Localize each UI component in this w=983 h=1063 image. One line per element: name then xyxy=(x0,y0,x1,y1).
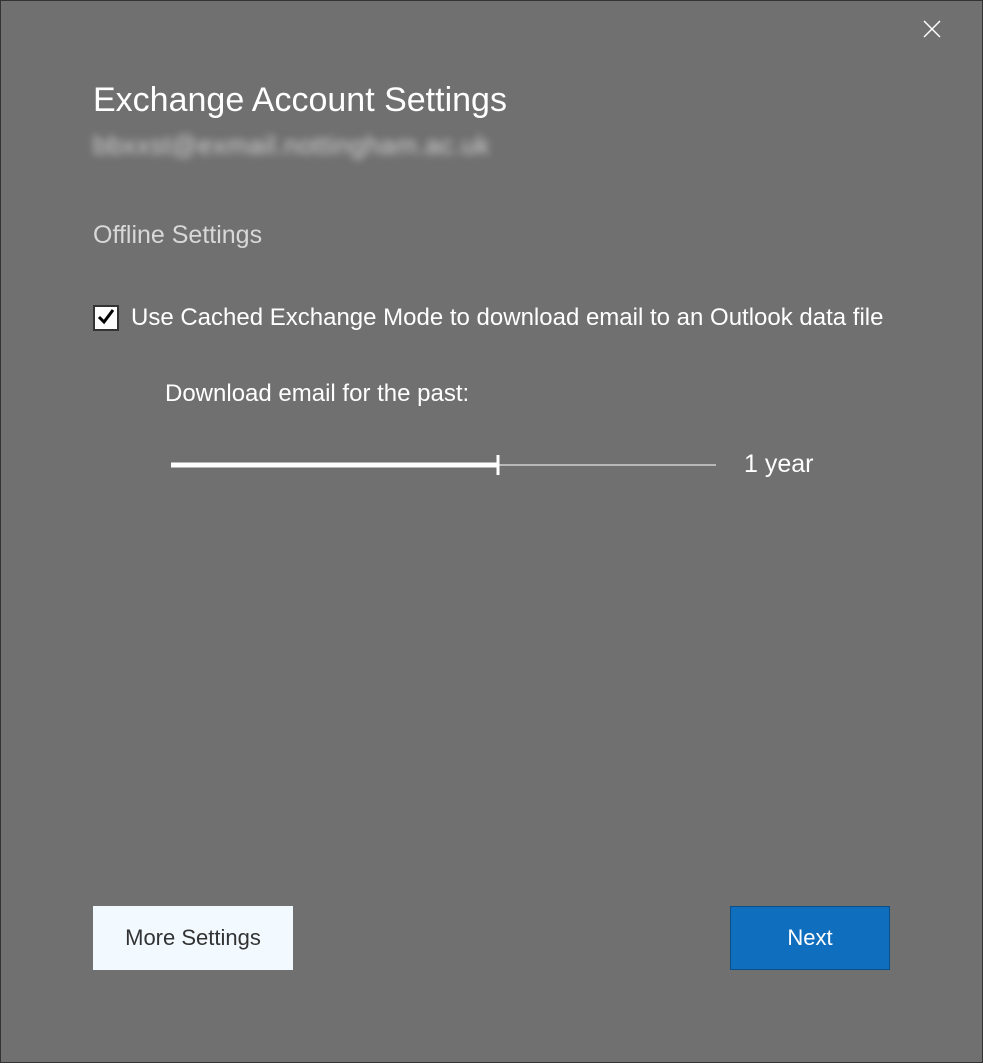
close-icon xyxy=(922,19,942,44)
more-settings-button[interactable]: More Settings xyxy=(93,906,293,970)
slider-thumb xyxy=(497,455,500,475)
next-button[interactable]: Next xyxy=(730,906,890,970)
cached-mode-row: Use Cached Exchange Mode to download ema… xyxy=(93,304,890,332)
cached-mode-label: Use Cached Exchange Mode to download ema… xyxy=(131,304,883,332)
page-title: Exchange Account Settings xyxy=(93,81,890,120)
download-duration-label: Download email for the past: xyxy=(165,380,890,408)
section-header: Offline Settings xyxy=(93,221,890,250)
slider-value-label: 1 year xyxy=(744,450,813,479)
close-button[interactable] xyxy=(920,19,944,43)
dialog-footer: More Settings Next xyxy=(93,906,890,970)
checkmark-icon xyxy=(96,306,116,331)
slider-fill xyxy=(171,462,498,467)
download-duration-slider[interactable] xyxy=(171,455,716,475)
account-email: bbxxst@exmail.nottingham.ac.uk xyxy=(93,130,890,161)
download-duration-row: 1 year xyxy=(171,450,890,479)
dialog-content: Exchange Account Settings bbxxst@exmail.… xyxy=(1,1,982,479)
cached-mode-checkbox[interactable] xyxy=(93,305,119,331)
